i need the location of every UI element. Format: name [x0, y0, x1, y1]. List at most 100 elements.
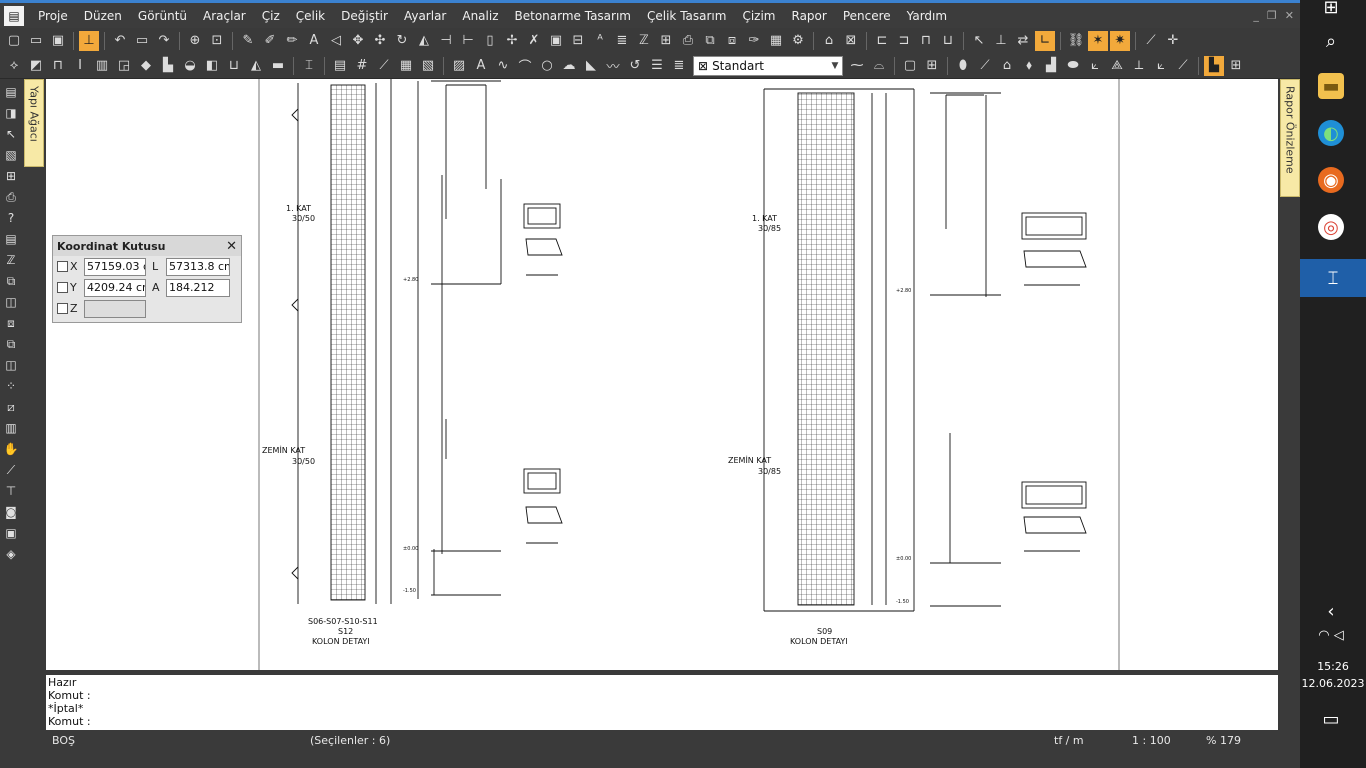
cross-tool-icon[interactable]: ✛ [1163, 31, 1183, 51]
image-icon[interactable]: ▦ [766, 31, 786, 51]
cloud-icon[interactable]: ☁ [559, 56, 579, 76]
z-field[interactable] [84, 299, 146, 318]
section-tool-icon[interactable]: ℤ [2, 251, 20, 269]
paste-icon[interactable]: ⧈ [722, 31, 742, 51]
firefox-icon[interactable]: ◉ [1318, 167, 1344, 193]
stack-icon[interactable]: ◫ [2, 293, 20, 311]
clone-icon[interactable]: ⧈ [2, 314, 20, 332]
pen-icon[interactable]: ✎ [238, 31, 258, 51]
chrome-icon[interactable]: ◎ [1318, 214, 1344, 240]
print-preview-icon[interactable]: ⎙ [2, 188, 20, 206]
edit-icon[interactable]: ✏ [282, 31, 302, 51]
search-icon[interactable]: ⌕ [1318, 28, 1344, 54]
menu-celik[interactable]: Çelik [288, 9, 333, 23]
hand-icon[interactable]: ✋ [2, 440, 20, 458]
wall-icon[interactable]: ▥ [92, 56, 112, 76]
dots-icon[interactable]: ⁘ [2, 377, 20, 395]
frame-icon[interactable]: ⌶ [299, 56, 319, 76]
truss-icon[interactable]: ⟋ [975, 56, 995, 76]
abc-icon[interactable]: ᴬ [590, 31, 610, 51]
l-field[interactable]: 57313.8 cm [166, 257, 230, 276]
tree-icon[interactable]: ⊞ [2, 167, 20, 185]
file-explorer-icon[interactable]: ▬ [1318, 73, 1344, 99]
swap-icon[interactable]: ⇄ [1013, 31, 1033, 51]
ide-app-icon[interactable]: ⌶ [1300, 259, 1366, 297]
chevron-down-icon[interactable]: ▼ [828, 61, 842, 71]
snap-endpoint-icon[interactable]: ✷ [1110, 30, 1130, 51]
a-field[interactable]: 184.212 [166, 278, 230, 297]
break-icon[interactable]: ✢ [502, 31, 522, 51]
steel-column-icon[interactable]: ⬧ [1019, 56, 1039, 76]
line-style-icon[interactable]: ⁓ [847, 56, 867, 76]
print-icon[interactable]: ⎙ [678, 31, 698, 51]
status-units[interactable]: tf / m [1054, 734, 1084, 747]
grid-view-icon[interactable]: ⊠ [841, 31, 861, 51]
edge-browser-icon[interactable]: ◐ [1318, 120, 1344, 146]
status-scale[interactable]: 1 : 100 [1132, 734, 1171, 747]
text-icon[interactable]: A [304, 31, 324, 51]
picture-icon[interactable]: ▨ [449, 56, 469, 76]
circle-icon[interactable]: ○ [537, 56, 557, 76]
layer-manager-icon[interactable]: ≣ [669, 56, 689, 76]
close-icon[interactable]: ✕ [226, 239, 237, 254]
hatch-area-icon[interactable]: ◣ [581, 56, 601, 76]
extend-icon[interactable]: ⊢ [458, 31, 478, 51]
menu-ciz[interactable]: Çiz [254, 9, 288, 23]
measure-icon[interactable]: ⊟ [568, 31, 588, 51]
text-tool-icon[interactable]: A [471, 56, 491, 76]
undo-icon[interactable]: ↶ [110, 31, 130, 51]
view-icon[interactable]: ⌂ [819, 31, 839, 51]
plate-icon[interactable]: ▟ [1041, 56, 1061, 76]
menu-ayarlar[interactable]: Ayarlar [396, 9, 454, 23]
explode-icon[interactable]: ✗ [524, 31, 544, 51]
array-icon[interactable]: ⧉ [2, 335, 20, 353]
table-icon[interactable]: ⊞ [1226, 56, 1246, 76]
network-volume-icon[interactable]: ◠ ◁ [1314, 622, 1348, 648]
camera-icon[interactable]: ◙ [2, 503, 20, 521]
erase-icon[interactable]: ◁ [326, 31, 346, 51]
settings-icon[interactable]: ⚙ [788, 31, 808, 51]
menu-betonarme-tasarim[interactable]: Betonarme Tasarım [507, 9, 640, 23]
snap-toggle-icon[interactable]: ⊥ [79, 30, 99, 51]
drawing-canvas[interactable]: 1. KAT 30/50 ZEMİN KAT 30/50 +2.80 ±0.00… [46, 79, 1278, 670]
style-checkbox-icon[interactable]: ⊠ [698, 59, 708, 73]
paint-icon[interactable]: ✑ [744, 31, 764, 51]
section-icon[interactable]: ⊐ [894, 31, 914, 51]
pile-icon[interactable]: ◧ [202, 56, 222, 76]
windows-start-icon[interactable]: ⊞ [1318, 0, 1344, 20]
list-icon[interactable]: ≣ [612, 31, 632, 51]
menu-duzen[interactable]: Düzen [76, 9, 130, 23]
chart3-icon[interactable]: ⟂ [1129, 56, 1149, 76]
detail-icon[interactable]: ⊔ [938, 31, 958, 51]
select-icon[interactable]: ↖ [2, 125, 20, 143]
raft-icon[interactable]: ◒ [180, 56, 200, 76]
menu-cizim[interactable]: Çizim [734, 9, 783, 23]
column-icon[interactable]: I [70, 56, 90, 76]
zoom-icon[interactable]: ⊕ [185, 31, 205, 51]
ramp-icon[interactable]: ▬ [268, 56, 288, 76]
command-line-4[interactable]: Komut : [48, 715, 1276, 728]
window-layout-icon[interactable]: ▢ [900, 56, 920, 76]
menu-pencere[interactable]: Pencere [835, 9, 899, 23]
curtain-icon[interactable]: ⊔ [224, 56, 244, 76]
rotate-icon[interactable]: ↻ [392, 31, 412, 51]
menu-araclar[interactable]: Araçlar [195, 9, 254, 23]
book-icon[interactable]: ◫ [2, 356, 20, 374]
render-icon[interactable]: ▙ [1204, 55, 1224, 76]
properties-icon[interactable]: ▤ [2, 83, 20, 101]
dimension-icon[interactable]: ⟋ [374, 56, 394, 76]
menu-celik-tasarim[interactable]: Çelik Tasarım [639, 9, 734, 23]
style-dropdown[interactable]: ⊠ Standart ▼ [693, 55, 843, 76]
hatch-icon[interactable]: ▦ [396, 56, 416, 76]
window-icon[interactable]: ▤ [330, 56, 350, 76]
diagonal-icon[interactable]: ⟋ [2, 461, 20, 479]
elevation-icon[interactable]: ⊓ [916, 31, 936, 51]
menu-yardim[interactable]: Yardım [899, 9, 955, 23]
clock-date[interactable]: 12.06.2023 [1300, 677, 1366, 690]
tool-icon[interactable]: ⊤ [2, 482, 20, 500]
structure-tree-tab[interactable]: Yapı Ağacı [24, 79, 44, 167]
status-mode[interactable]: BOŞ [52, 734, 75, 747]
measure2-icon[interactable]: ⟀ [1151, 56, 1171, 76]
snap-point-icon[interactable]: ✶ [1088, 30, 1108, 51]
line-weight-icon[interactable]: ⌓ [869, 56, 889, 76]
